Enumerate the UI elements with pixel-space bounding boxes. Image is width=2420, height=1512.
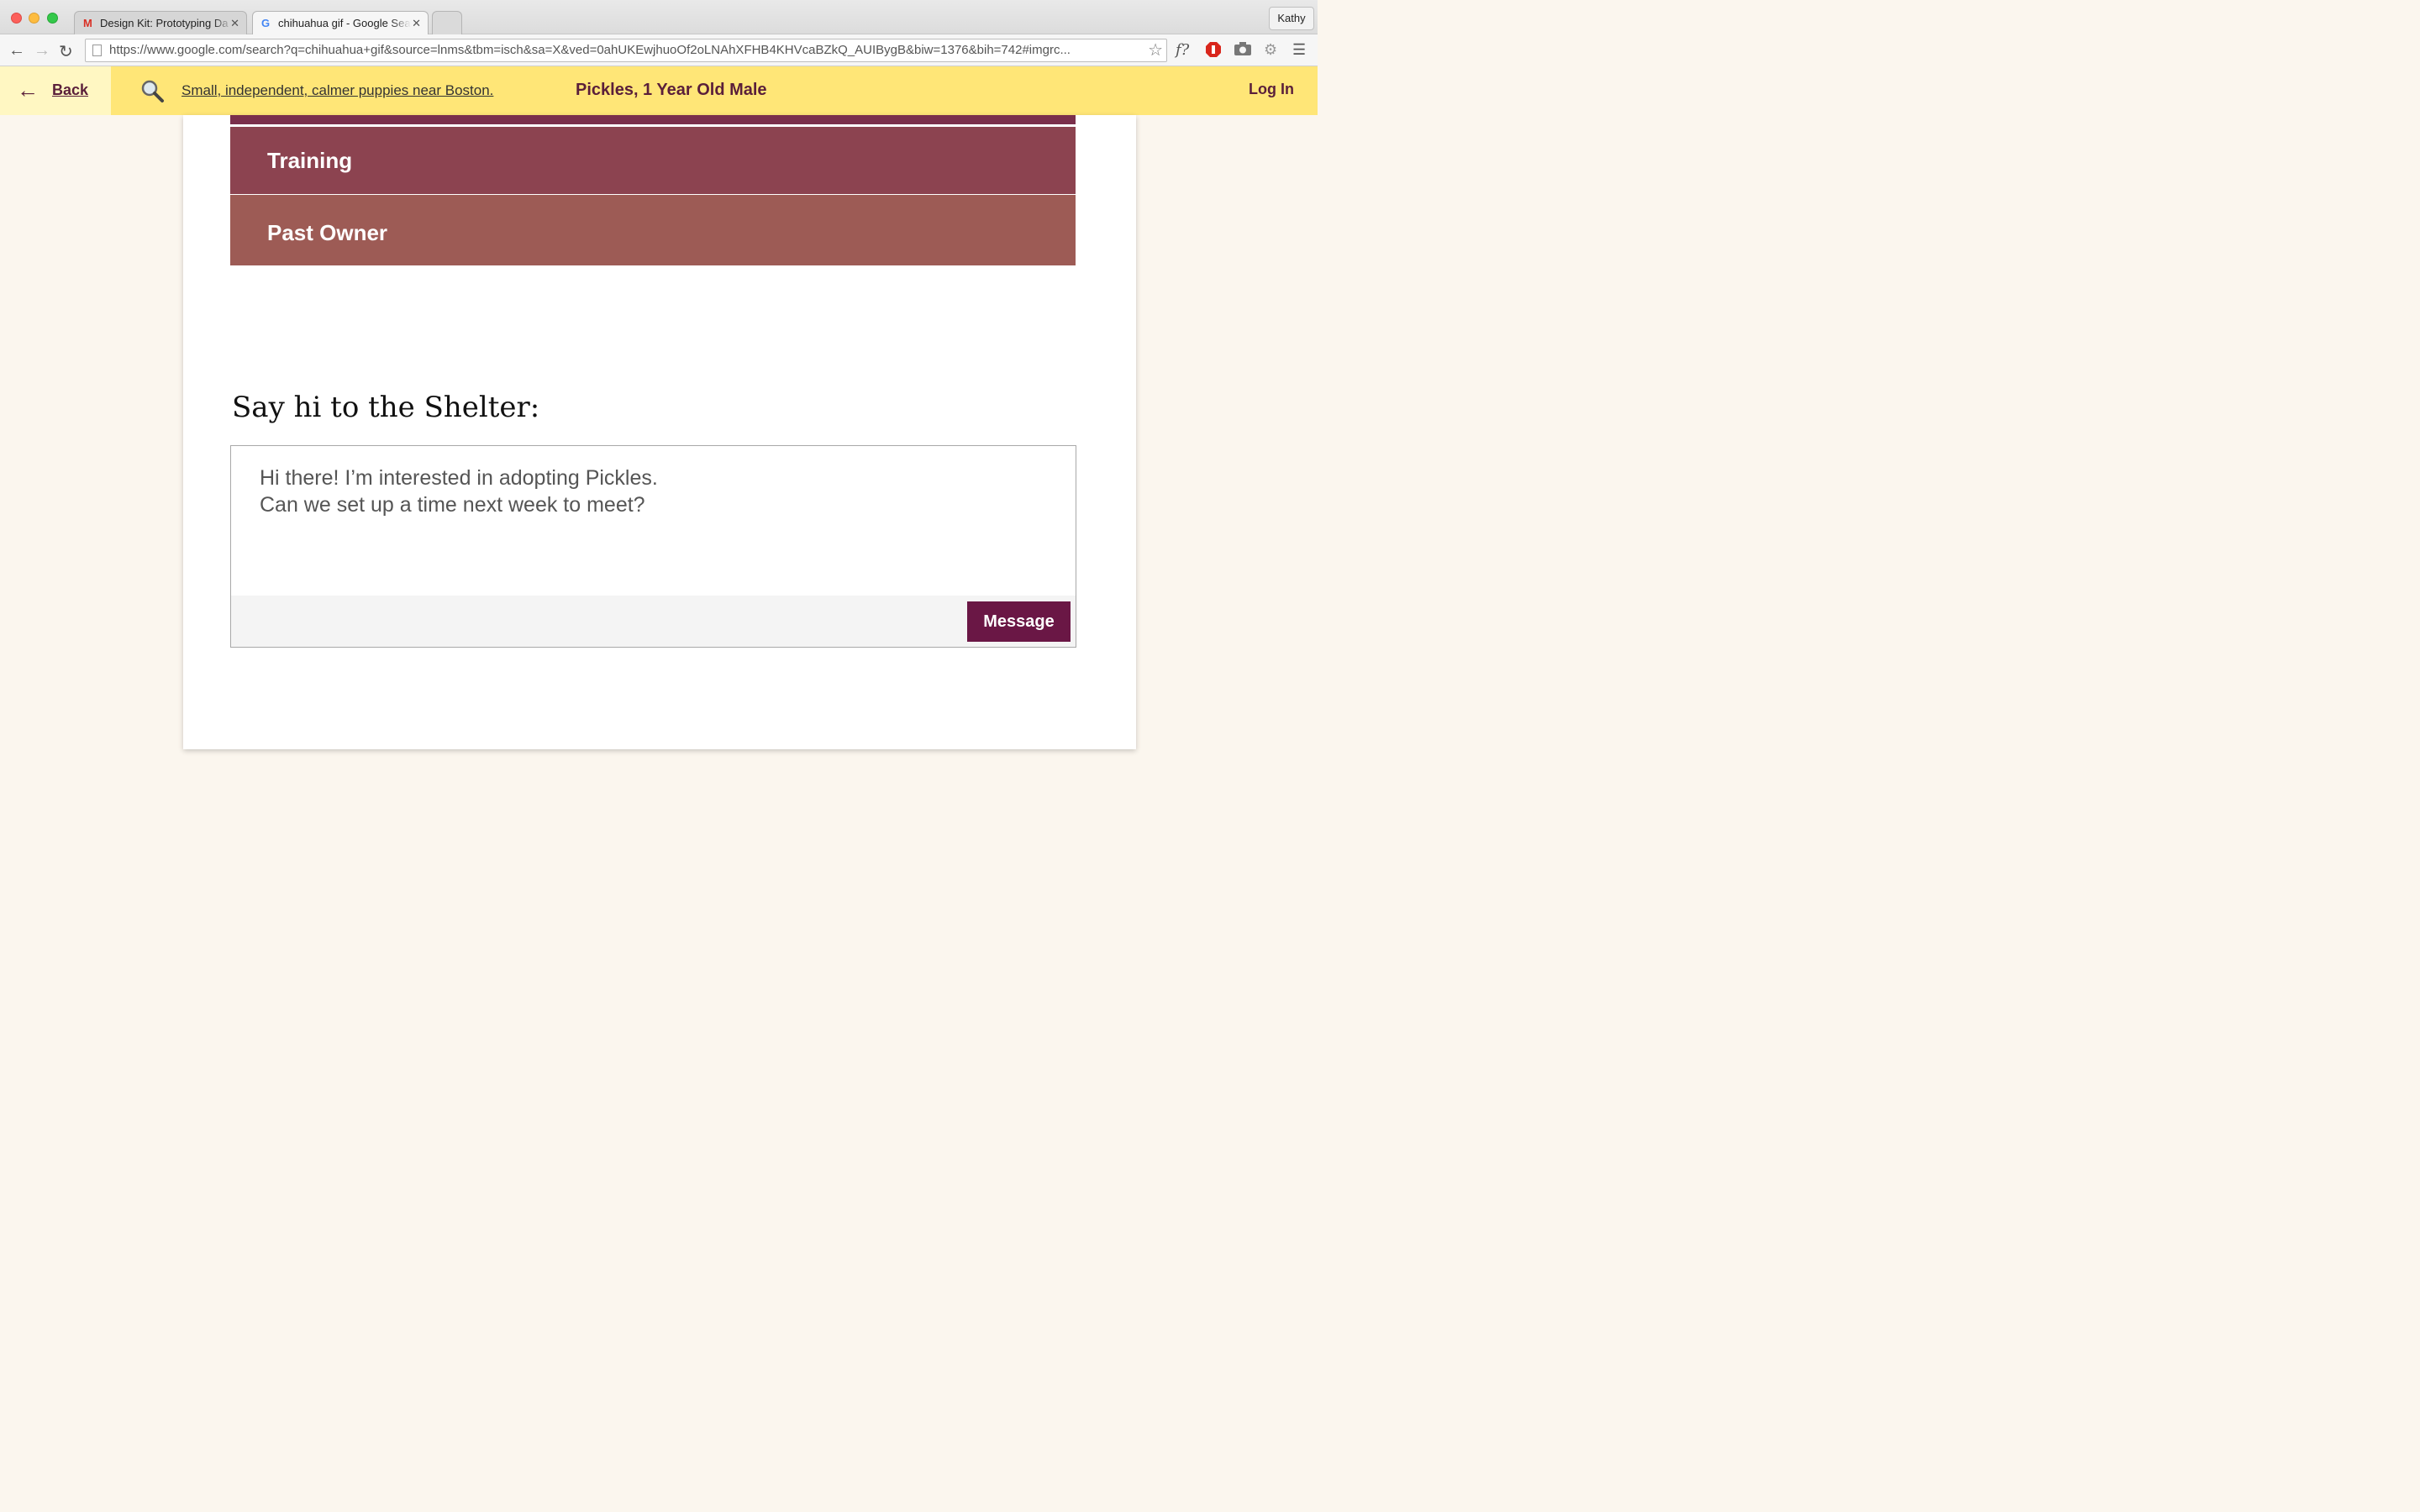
- bookmark-star-icon[interactable]: ☆: [1148, 39, 1163, 61]
- magnifier-icon[interactable]: [139, 78, 165, 103]
- page-icon: [92, 45, 102, 56]
- section-band-collapsed[interactable]: [230, 115, 1076, 124]
- back-arrow-icon[interactable]: ←: [8, 41, 25, 60]
- message-footer: Message: [231, 596, 1076, 647]
- back-button[interactable]: ← Back: [0, 66, 111, 115]
- tab-title: chihuahua gif - Google Sea: [278, 17, 411, 29]
- send-message-button[interactable]: Message: [967, 601, 1071, 642]
- login-link[interactable]: Log In: [1249, 81, 1294, 98]
- minimize-window-button[interactable]: [29, 13, 39, 24]
- profile-card: Training Past Owner Say hi to the Shelte…: [183, 115, 1136, 749]
- new-tab-button[interactable]: [432, 11, 462, 34]
- section-training[interactable]: Training: [230, 127, 1076, 194]
- google-icon: G: [261, 16, 271, 29]
- profile-button[interactable]: Kathy: [1269, 7, 1314, 30]
- back-label: Back: [52, 81, 89, 98]
- camera-icon[interactable]: [1234, 41, 1252, 60]
- message-composer: Hi there! I’m interested in adopting Pic…: [230, 445, 1076, 648]
- maximize-window-button[interactable]: [47, 13, 58, 24]
- section-past-owner-label: Past Owner: [267, 220, 388, 245]
- browser-tab-bar: M Design Kit: Prototyping Da ✕ G chihuah…: [0, 0, 1318, 34]
- close-tab-icon[interactable]: ✕: [230, 17, 239, 30]
- browser-toolbar: ← → ↻ https://www.google.com/search?q=ch…: [0, 34, 1318, 66]
- adblock-icon[interactable]: [1205, 41, 1222, 62]
- gear-icon[interactable]: ⚙: [1264, 41, 1277, 59]
- address-bar[interactable]: https://www.google.com/search?q=chihuahu…: [85, 39, 1167, 62]
- close-tab-icon[interactable]: ✕: [412, 17, 421, 30]
- browser-tab-google[interactable]: G chihuahua gif - Google Sea ✕: [252, 11, 429, 34]
- search-query-link[interactable]: Small, independent, calmer puppies near …: [182, 82, 493, 99]
- close-window-button[interactable]: [11, 13, 22, 24]
- browser-tab-gmail[interactable]: M Design Kit: Prototyping Da ✕: [74, 11, 247, 34]
- left-arrow-icon: ←: [17, 77, 39, 102]
- menu-icon[interactable]: ☰: [1292, 41, 1306, 59]
- section-training-label: Training: [267, 148, 353, 173]
- forward-arrow-icon[interactable]: →: [34, 41, 50, 60]
- section-past-owner[interactable]: Past Owner: [230, 195, 1076, 265]
- reload-icon[interactable]: ↻: [59, 41, 73, 62]
- app-header: ← Back Small, independent, calmer puppie…: [0, 66, 1318, 115]
- message-textarea[interactable]: Hi there! I’m interested in adopting Pic…: [260, 465, 1016, 591]
- url-text: https://www.google.com/search?q=chihuahu…: [109, 43, 1071, 57]
- tab-title: Design Kit: Prototyping Da: [100, 17, 229, 29]
- gmail-icon: M: [83, 16, 92, 29]
- message-heading: Say hi to the Shelter:: [232, 391, 540, 424]
- font-extension-icon[interactable]: f?: [1176, 41, 1189, 59]
- page-title: Pickles, 1 Year Old Male: [576, 81, 767, 99]
